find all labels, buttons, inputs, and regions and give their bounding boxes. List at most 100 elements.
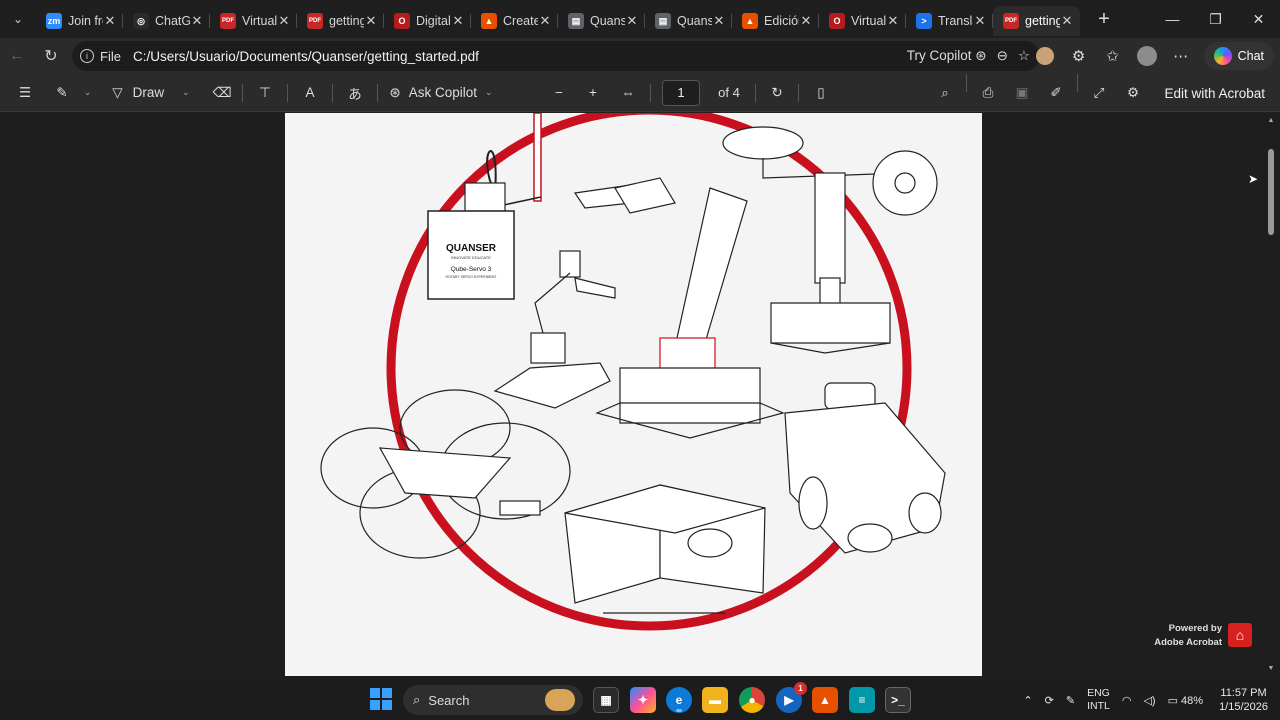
file-explorer-icon[interactable]: ▬ [702,687,728,713]
tab-title: getting [1025,14,1060,28]
edge-icon[interactable]: e [666,687,692,713]
back-button[interactable]: ← [0,41,34,71]
matlab-icon[interactable]: ▲ [812,687,838,713]
try-copilot-button[interactable]: Try Copilot ⊛ [907,48,987,64]
print-icon[interactable]: ⎙ [971,74,1005,112]
scroll-thumb[interactable] [1268,149,1274,235]
tab-actions-menu-icon[interactable]: ⌄ [0,0,36,38]
close-tab-icon[interactable]: ✕ [103,13,117,29]
new-tab-button[interactable]: + [1086,0,1122,38]
taskbar-search[interactable]: ⌕ Search [403,685,583,715]
info-icon[interactable]: i [80,49,94,63]
settings-gear-icon[interactable]: ⚙ [1116,74,1150,112]
read-aloud-icon[interactable]: A [292,74,328,112]
close-tab-icon[interactable]: ✕ [190,13,204,29]
task-view-icon[interactable]: ▦ [593,687,619,713]
url-text[interactable]: C:/Users/Usuario/Documents/Quanser/getti… [133,49,479,64]
browser-tab[interactable]: O Digital ✕ [384,6,471,36]
close-tab-icon[interactable]: ✕ [799,13,813,29]
language-indicator[interactable]: ENG INTL [1081,687,1116,713]
browser-tab[interactable]: > Transla✕ [906,6,993,36]
rotate-icon[interactable]: ↻ [760,74,794,112]
pdf-viewport[interactable]: QUANSER INNOVATE EDUCATE Qube-Servo 3 RO… [0,105,1280,680]
opera-icon: O [394,13,410,29]
notepad-icon[interactable]: ≡ [849,687,875,713]
close-tab-icon[interactable]: ✕ [1060,13,1074,29]
vertical-scrollbar[interactable]: ▲ ▼ [1266,117,1276,672]
svg-text:Qube-Servo 3: Qube-Servo 3 [451,266,492,273]
extension-avatar-icon[interactable] [1028,38,1062,74]
browser-tab[interactable]: ▤ Quanser✕ [645,6,732,36]
eraser-icon[interactable]: ⌫ [206,74,238,112]
divider [287,83,288,102]
ask-copilot-button[interactable]: ⊛ Ask Copilot ⌄ [382,74,500,112]
zoom-out-button[interactable]: − [542,74,576,112]
search-icon[interactable]: ⌕ [928,74,962,112]
close-tab-icon[interactable]: ✕ [973,13,987,29]
favorites-icon[interactable]: ✩ [1096,38,1130,74]
tab-list: zmJoin fro✕◎ChatGPT✕PDFVirtual✕PDFgettin… [36,2,1080,36]
fit-page-icon[interactable]: ⇔ [610,74,646,112]
browser-tab[interactable]: PDF Virtual ✕ [210,6,297,36]
browser-tab[interactable]: ◎ ChatGPT✕ [123,6,210,36]
restore-button[interactable]: ❐ [1194,0,1237,38]
close-tab-icon[interactable]: ✕ [625,13,639,29]
ask-copilot-label: Ask Copilot [408,85,478,100]
divider [242,83,243,102]
save-icon[interactable]: ▣ [1005,74,1039,112]
clock[interactable]: 11:57 PM 1/15/2026 [1209,686,1280,714]
sync-icon[interactable]: ⟳ [1039,694,1060,707]
edit-with-acrobat-button[interactable]: Edit with Acrobat [1164,74,1265,112]
close-tab-icon[interactable]: ✕ [277,13,291,29]
browser-tab[interactable]: O Virtual ✕ [819,6,906,36]
copilot-chat-button[interactable]: Chat [1203,42,1274,70]
cover-illustration: QUANSER INNOVATE EDUCATE Qube-Servo 3 RO… [320,105,946,631]
wifi-icon[interactable]: ◠ [1116,694,1138,707]
minimize-button[interactable]: — [1151,0,1194,38]
pen-icon[interactable]: ✎ [1060,694,1081,707]
extensions-icon[interactable]: ⚙ [1062,38,1096,74]
highlight-icon[interactable]: ✎ [50,74,74,112]
volume-icon[interactable]: ◁) [1137,694,1161,707]
divider [1077,74,1078,92]
zoom-icon[interactable]: ⊖ [997,48,1008,64]
close-tab-icon[interactable]: ✕ [451,13,465,29]
text-box-icon[interactable]: ⊤ [247,74,283,112]
save-as-icon[interactable]: ✐ [1039,74,1073,112]
chrome-icon[interactable]: ● [739,687,765,713]
highlight-dropdown-icon[interactable]: ⌄ [74,74,96,112]
address-bar-actions: Try Copilot ⊛ ⊖ ☆ [907,41,1030,71]
battery-icon[interactable]: ▭ 48% [1162,694,1209,707]
translate-icon[interactable]: あ [337,74,373,112]
terminal-icon[interactable]: >_ [885,687,911,713]
browser-tab[interactable]: ▲ Edición✕ [732,6,819,36]
browser-tab[interactable]: PDF getting ✕ [297,6,384,36]
browser-tab[interactable]: zm Join fro✕ [36,6,123,36]
address-bar[interactable]: i File C:/Users/Usuario/Documents/Quanse… [72,41,1040,71]
browser-tab[interactable]: ▤ Quanser✕ [558,6,645,36]
zoom-app-icon[interactable]: ▶ 1 [776,682,807,713]
draw-button[interactable]: ▽ Draw ⌄ [96,74,206,112]
close-window-button[interactable]: ✕ [1237,0,1280,38]
close-tab-icon[interactable]: ✕ [712,13,726,29]
browser-tab[interactable]: ▲ Create ✕ [471,6,558,36]
scroll-up-icon[interactable]: ▲ [1266,117,1276,124]
page-view-icon[interactable]: ▯ [803,74,839,112]
close-tab-icon[interactable]: ✕ [538,13,552,29]
start-button[interactable] [370,688,392,710]
zoom-in-button[interactable]: + [576,74,610,112]
reload-button[interactable]: ↻ [34,41,68,71]
fullscreen-icon[interactable]: ⤢ [1082,74,1116,112]
scroll-down-icon[interactable]: ▼ [1266,665,1276,672]
more-options-icon[interactable]: ⋯ [1164,38,1198,74]
contents-icon[interactable]: ☰ [0,74,50,112]
page-number-input[interactable]: 1 [662,79,700,106]
browser-tab[interactable]: PDF getting ✕ [993,6,1080,36]
profile-button[interactable] [1130,38,1164,74]
show-hidden-icons[interactable]: ⌃ [1017,694,1038,707]
close-tab-icon[interactable]: ✕ [364,13,378,29]
product-label: Adobe Acrobat [1154,637,1222,648]
svg-text:ROTARY SERVO EXPERIMENT: ROTARY SERVO EXPERIMENT [445,275,497,279]
close-tab-icon[interactable]: ✕ [886,13,900,29]
copilot-app-icon[interactable]: ✦ [630,687,656,713]
